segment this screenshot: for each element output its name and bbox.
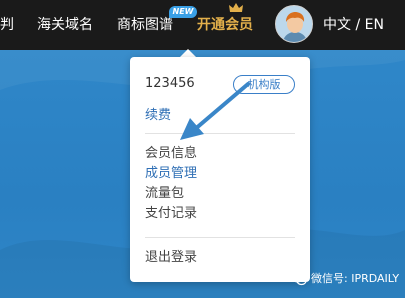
wechat-icon xyxy=(291,272,307,286)
nav-item-trademark-graph[interactable]: 商标图谱 xyxy=(117,15,173,35)
nav-item-open-membership[interactable]: 开通会员 xyxy=(197,15,253,35)
dropdown-caret xyxy=(180,49,196,57)
user-avatar-icon xyxy=(276,6,312,42)
annotation-arrow-icon xyxy=(180,82,250,140)
language-switch[interactable]: 中文 / EN xyxy=(323,15,384,35)
nav-item-partial[interactable]: 判 xyxy=(0,15,18,35)
nav-item-customs-domain[interactable]: 海关域名 xyxy=(37,15,93,35)
avatar[interactable] xyxy=(275,5,313,43)
menu-item-payment-records[interactable]: 支付记录 xyxy=(145,205,197,223)
menu-item-traffic-pack[interactable]: 流量包 xyxy=(145,185,184,203)
menu-item-member-management[interactable]: 成员管理 xyxy=(145,165,197,183)
crown-icon xyxy=(229,3,243,12)
divider xyxy=(145,237,295,238)
renew-link[interactable]: 续费 xyxy=(145,107,171,125)
watermark-text: 微信号: IPRDAILY xyxy=(311,272,400,285)
new-badge: NEW xyxy=(169,6,197,18)
top-nav-bar: 判 海关域名 商标图谱 NEW 开通会员 中文 / EN xyxy=(0,0,405,50)
logout-link[interactable]: 退出登录 xyxy=(145,249,197,267)
